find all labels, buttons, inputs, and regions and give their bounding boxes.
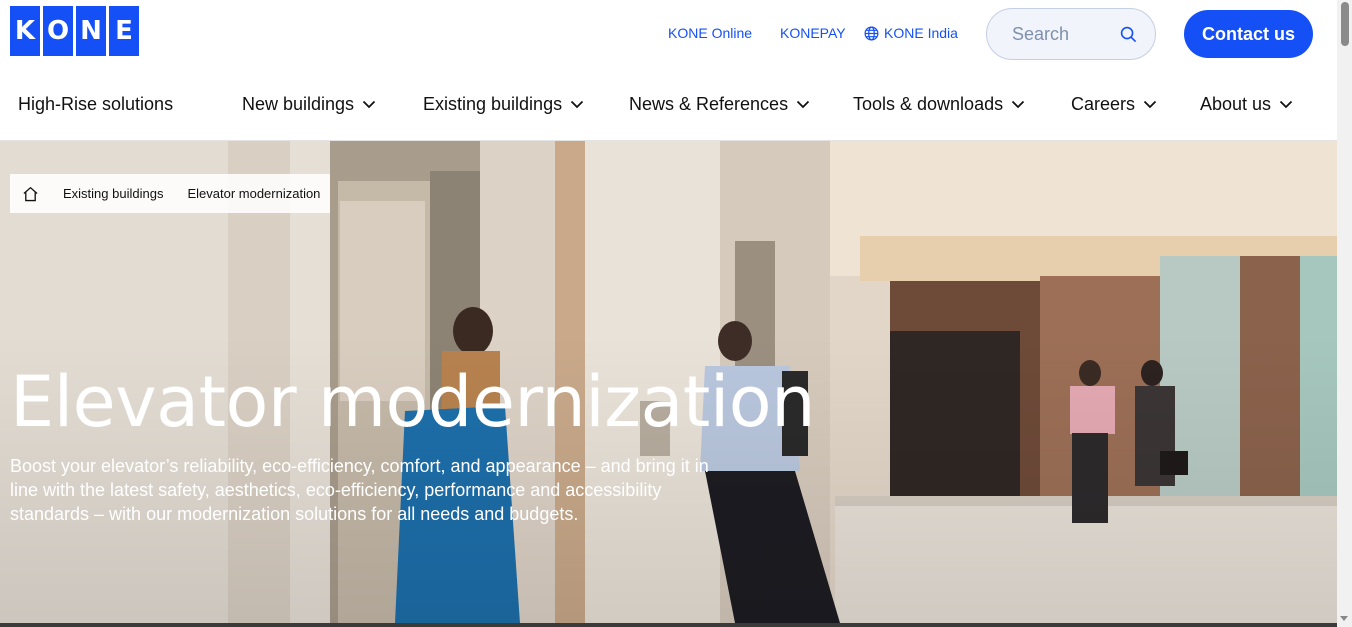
main-navigation: High-Rise solutions New buildings Existi… [0,84,1337,126]
region-label: KONE India [884,25,958,41]
scroll-down-arrow-icon[interactable] [1340,616,1348,621]
search-input[interactable] [1012,23,1120,45]
contact-us-button[interactable]: Contact us [1184,10,1313,58]
chevron-down-icon [362,100,376,109]
scrollbar-thumb[interactable] [1341,2,1349,46]
search-box[interactable] [986,8,1156,60]
konepay-link[interactable]: KONEPAY [780,25,846,41]
breadcrumb: Existing buildings Elevator modernizatio… [10,174,330,213]
nav-item-existing-buildings[interactable]: Existing buildings [423,94,584,115]
breadcrumb-current-page: Elevator modernization [187,186,321,201]
globe-icon [864,26,879,41]
nav-item-about-us[interactable]: About us [1200,94,1293,115]
chevron-down-icon [1279,100,1293,109]
chevron-down-icon [570,100,584,109]
nav-item-high-rise-solutions[interactable]: High-Rise solutions [18,94,173,115]
chevron-down-icon [1011,100,1025,109]
utility-bar: KONE Online KONEPAY KONE India Search Co… [0,0,1337,68]
chevron-down-icon [796,100,810,109]
bottom-edge [0,623,1337,627]
nav-item-careers[interactable]: Careers [1071,94,1157,115]
breadcrumb-existing-buildings[interactable]: Existing buildings [63,186,163,201]
page-scrollbar[interactable] [1337,0,1352,627]
page-title: Elevator modernization [10,361,815,443]
nav-item-tools-downloads[interactable]: Tools & downloads [853,94,1025,115]
region-selector-link[interactable]: KONE India [864,25,958,41]
site-header: K O N E KONE Online KONEPAY KONE India S… [0,0,1337,141]
hero-description: Boost your elevator’s reliability, eco-e… [10,456,709,524]
hero-banner: Existing buildings Elevator modernizatio… [0,141,1337,623]
search-icon[interactable] [1120,26,1137,43]
nav-item-label: News & References [629,94,789,114]
nav-item-label: Tools & downloads [853,94,1004,114]
kone-online-link[interactable]: KONE Online [668,25,752,41]
nav-item-label: Careers [1071,94,1136,114]
chevron-down-icon [1143,100,1157,109]
nav-item-new-buildings[interactable]: New buildings [242,94,376,115]
nav-item-label: About us [1200,94,1272,114]
nav-item-label: New buildings [242,94,355,114]
nav-item-label: High-Rise solutions [18,94,174,114]
nav-item-label: Existing buildings [423,94,563,114]
nav-item-news-references[interactable]: News & References [629,94,810,115]
home-icon[interactable] [22,186,39,202]
